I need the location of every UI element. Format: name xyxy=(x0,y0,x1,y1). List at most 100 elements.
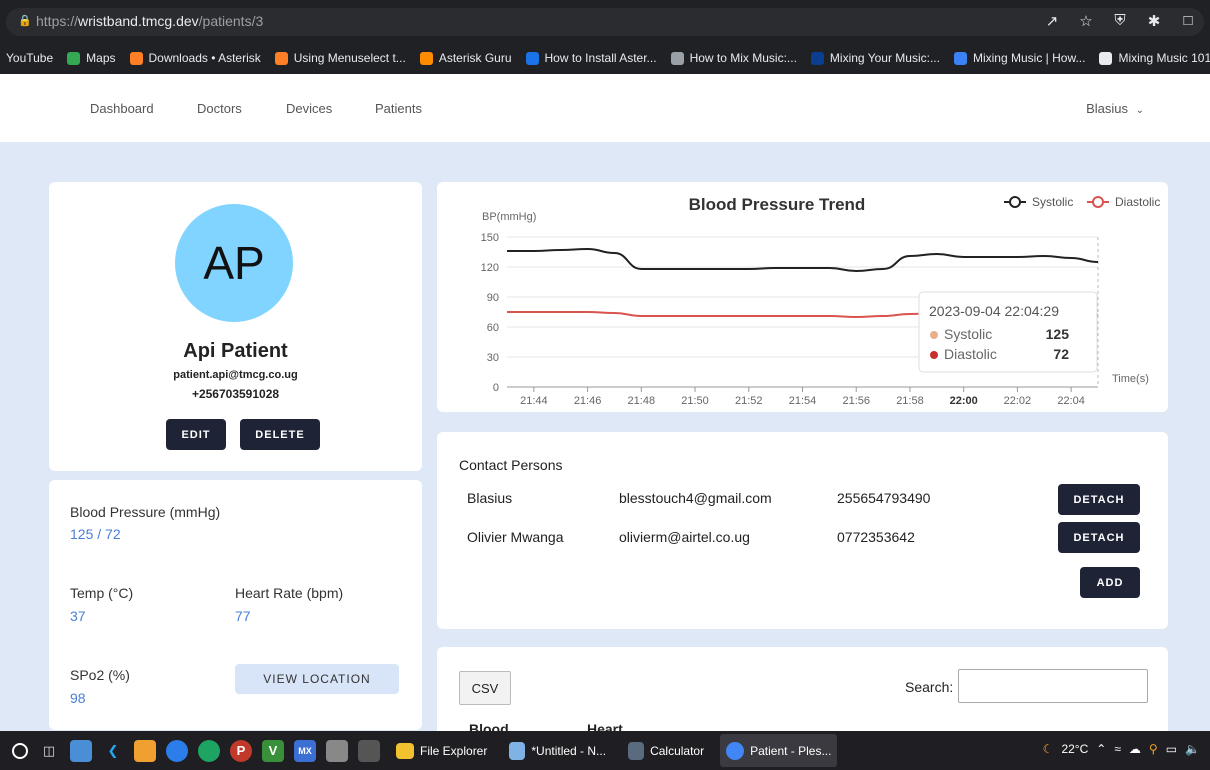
bookmark-item[interactable]: YouTube xyxy=(6,51,53,65)
bookmark-item[interactable]: Mixing Music 101:... xyxy=(1099,51,1210,65)
heart-rate-value: 77 xyxy=(235,608,251,624)
bookmark-label: YouTube xyxy=(6,51,54,65)
y-tick-label: 30 xyxy=(487,352,499,364)
x-tick-label: 21:46 xyxy=(574,395,602,407)
task-view-icon[interactable]: ◫ xyxy=(38,740,60,762)
weather-temp: 22°C xyxy=(1061,742,1089,756)
contacts-card: Contact Persons Blasius blesstouch4@gmai… xyxy=(437,432,1168,629)
bookmark-label: Using Menuselect t... xyxy=(293,51,406,65)
cloud-icon[interactable]: ☁ xyxy=(1129,742,1141,756)
sidepanel-icon[interactable]: □ xyxy=(1180,12,1196,30)
weather-icon: ☾ xyxy=(1042,742,1054,756)
taskbar-app-calculator[interactable]: Calculator xyxy=(622,741,710,760)
detach-button[interactable]: DETACH xyxy=(1058,522,1140,553)
user-menu[interactable]: Blasius ⌄ xyxy=(1086,101,1144,116)
add-contact-button[interactable]: ADD xyxy=(1080,567,1140,598)
bookmark-icon xyxy=(67,51,81,65)
contact-name: Olivier Mwanga xyxy=(467,529,564,545)
x-tick-label: 21:54 xyxy=(789,395,817,407)
bookmark-icon xyxy=(419,51,433,65)
temp-value: 37 xyxy=(70,608,86,624)
x-tick-label: 21:58 xyxy=(896,395,924,407)
avatar: AP xyxy=(175,204,293,322)
contact-email: olivierm@airtel.co.ug xyxy=(619,529,750,545)
bookmark-item[interactable]: Using Menuselect t... xyxy=(274,51,406,65)
star-icon[interactable]: ☆ xyxy=(1078,12,1094,30)
nav-patients[interactable]: Patients xyxy=(375,101,422,116)
app-icon[interactable] xyxy=(134,739,156,762)
calculator-icon xyxy=(628,741,645,760)
battery-icon[interactable]: ▭ xyxy=(1166,742,1177,756)
bookmark-icon xyxy=(525,51,539,65)
x-tick-label: 21:44 xyxy=(520,395,548,407)
patient-name: Api Patient xyxy=(183,340,288,362)
contact-name: Blasius xyxy=(467,490,513,506)
shield-icon[interactable]: ⛨ xyxy=(1112,12,1128,30)
patient-phone: +256703591028 xyxy=(191,387,280,401)
search-icon[interactable] xyxy=(12,742,28,759)
bookmark-icon xyxy=(274,51,288,65)
app-icon[interactable] xyxy=(358,739,380,762)
view-location-button[interactable]: VIEW LOCATION xyxy=(235,664,399,694)
app-icon[interactable] xyxy=(326,739,348,762)
taskbar-app-chrome[interactable]: Patient - Ples... xyxy=(720,734,838,767)
spo2-label: SPo2 (%) xyxy=(70,667,130,683)
edge-icon[interactable] xyxy=(198,739,220,762)
app-icon[interactable]: MX xyxy=(294,739,316,762)
notepad-icon xyxy=(509,741,526,760)
app-icon[interactable]: V xyxy=(262,739,284,762)
bookmark-item[interactable]: Asterisk Guru xyxy=(419,51,512,65)
x-tick-label: 21:56 xyxy=(842,395,870,407)
tooltip-series-value: 72 xyxy=(1053,346,1069,362)
url-text[interactable]: https://wristband.tmcg.dev/patients/3 xyxy=(36,13,263,29)
delete-button[interactable]: DELETE xyxy=(240,419,320,450)
legend-label: Diastolic xyxy=(1115,195,1160,209)
nav-dashboard[interactable]: Dashboard xyxy=(90,101,154,116)
lock-icon: 🔒 xyxy=(18,15,32,27)
bookmark-item[interactable]: How to Install Aster... xyxy=(525,51,657,65)
extensions-icon[interactable]: ✱ xyxy=(1146,12,1162,30)
chrome-icon xyxy=(726,741,745,760)
taskbar-app-file-explorer[interactable]: File Explorer xyxy=(390,742,493,759)
search-icon[interactable]: ⚲ xyxy=(1149,742,1158,756)
browser-toolbar: 🔒 https://wristband.tmcg.dev/patients/3 … xyxy=(0,0,1210,42)
wifi-icon[interactable]: ≈ xyxy=(1114,742,1121,756)
bookmark-icon xyxy=(1099,51,1113,65)
vscode-icon[interactable]: ❮ xyxy=(102,740,124,762)
nav-doctors[interactable]: Doctors xyxy=(197,101,242,116)
bookmark-item[interactable]: Maps xyxy=(67,51,116,65)
bookmark-item[interactable]: Mixing Music | How... xyxy=(953,51,1085,65)
volume-icon[interactable]: 🔈 xyxy=(1185,742,1200,756)
app-icon[interactable] xyxy=(166,739,188,762)
share-icon[interactable]: ↗ xyxy=(1044,12,1060,30)
bp-trend-chart: Blood Pressure Trend BP(mmHg) Time(s) 0 30 60… xyxy=(481,195,1161,407)
x-axis-label: Time(s) xyxy=(1112,373,1149,385)
bookmark-item[interactable]: How to Mix Music:... xyxy=(670,51,797,65)
legend-marker xyxy=(1009,196,1021,208)
bookmark-item[interactable]: Mixing Your Music:... xyxy=(810,51,940,65)
search-input[interactable] xyxy=(958,669,1148,703)
detach-button[interactable]: DETACH xyxy=(1058,484,1140,515)
legend-marker xyxy=(1092,196,1104,208)
top-navbar: Dashboard Doctors Devices Patients Blasi… xyxy=(0,74,1210,142)
nav-devices[interactable]: Devices xyxy=(286,101,332,116)
csv-export-button[interactable]: CSV xyxy=(459,671,511,705)
tooltip-dot xyxy=(930,351,938,359)
system-tray: ☾ 22°C ⌃ ≈ ☁ ⚲ ▭ 🔈 xyxy=(1043,742,1200,756)
chevron-up-icon[interactable]: ⌃ xyxy=(1096,742,1106,756)
legend-label: Systolic xyxy=(1032,195,1073,209)
x-tick-label: 21:52 xyxy=(735,395,763,407)
mail-icon[interactable] xyxy=(70,739,92,762)
app-icon[interactable]: P xyxy=(230,739,252,762)
x-tick-label: 21:50 xyxy=(681,395,709,407)
bp-chart-card: Blood Pressure Trend BP(mmHg) Time(s) 0 30 60… xyxy=(437,182,1168,412)
x-tick-label: 22:00 xyxy=(950,395,978,407)
y-tick-label: 0 xyxy=(493,382,499,394)
x-tick-label: 22:02 xyxy=(1004,395,1032,407)
bookmarks-bar: YouTube Maps Downloads • Asterisk Using Men… xyxy=(0,42,1210,74)
edit-button[interactable]: EDIT xyxy=(166,419,226,450)
bookmark-icon xyxy=(810,51,824,65)
taskbar-app-notepad[interactable]: *Untitled - N... xyxy=(503,741,612,760)
tooltip-dot xyxy=(930,331,938,339)
bookmark-item[interactable]: Downloads • Asterisk xyxy=(129,51,261,65)
